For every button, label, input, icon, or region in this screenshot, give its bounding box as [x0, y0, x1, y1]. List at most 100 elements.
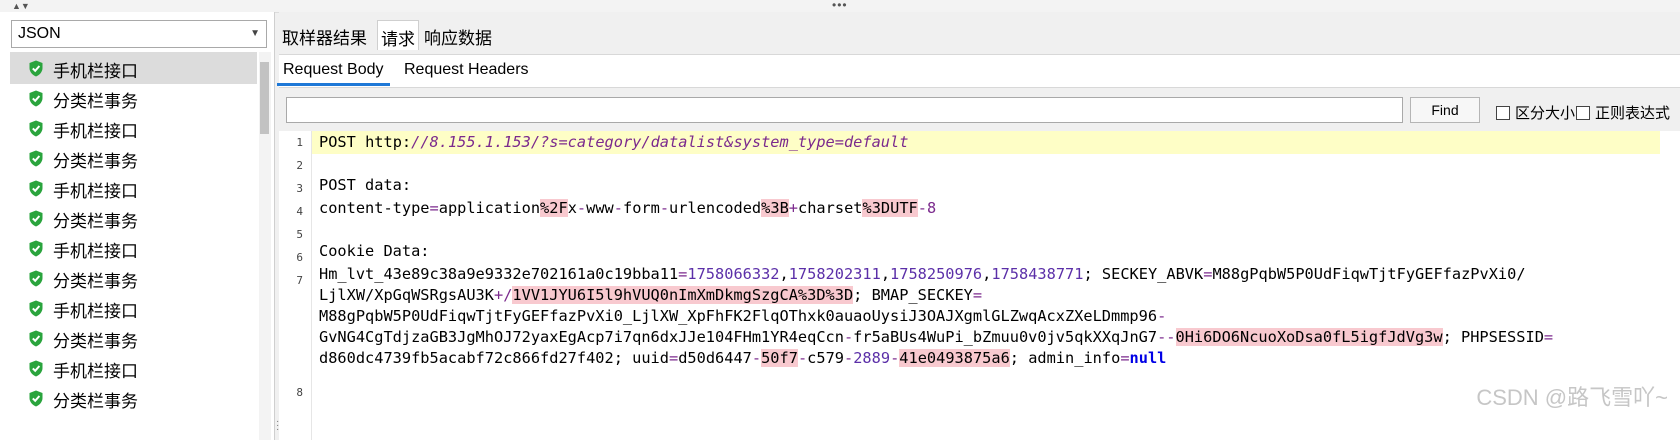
code-line-cookie-4: GvNG4CgTdjzaGB3JgMhOJ72yaxEgAcp7i7qn6dxJ… — [312, 326, 1660, 349]
tree-item[interactable]: 手机栏接口 — [10, 52, 257, 84]
token: = — [429, 199, 439, 217]
code-line-post-data-heading: POST data: — [319, 176, 412, 194]
checkbox-box[interactable] — [1496, 106, 1510, 120]
token: ; PHPSESSID — [1442, 328, 1544, 346]
token: = — [678, 265, 688, 283]
result-detail-pane: 取样器结果 请求 响应数据 Request Body Request Heade… — [277, 12, 1680, 440]
token: d860dc4739fb5acabf72c866fd27f402; uuid — [319, 349, 669, 367]
tree-item[interactable]: 手机栏接口 — [10, 292, 257, 324]
tree-item[interactable]: 分类栏事务 — [10, 382, 257, 414]
token: application — [438, 199, 541, 217]
token: + — [788, 199, 799, 217]
shield-check-icon — [29, 240, 43, 257]
token: = — [972, 286, 983, 304]
token: 1758066332 — [687, 265, 780, 283]
checkbox-box[interactable] — [1576, 106, 1590, 120]
tree-item[interactable]: 分类栏事务 — [10, 142, 257, 174]
token: LjlXW/XpGqWSRgsAU3K — [319, 286, 494, 304]
token: c579 — [807, 349, 844, 367]
shield-check-icon — [29, 300, 43, 317]
tab-request-body[interactable]: Request Body — [277, 55, 390, 86]
tree-item-label: 手机栏接口 — [53, 62, 138, 81]
token: %3D%3D — [797, 286, 854, 304]
code-line-content-type: content-type=application%2Fx-www-form-ur… — [312, 197, 1660, 220]
line-number: 2 — [296, 159, 303, 172]
find-input[interactable] — [286, 97, 1403, 123]
token: %3DUTF — [862, 199, 918, 217]
tab-response-data[interactable]: 响应数据 — [421, 20, 495, 50]
tree-item[interactable]: 分类栏事务 — [10, 82, 257, 114]
tab-request-headers[interactable]: Request Headers — [398, 55, 535, 86]
tree-item[interactable]: 手机栏接口 — [10, 352, 257, 384]
find-button[interactable]: Find — [1410, 97, 1480, 123]
token: - — [576, 199, 587, 217]
token: GvNG4CgTdjzaGB3JgMhOJ72yaxEgAcp7i7qn6dxJ… — [319, 328, 844, 346]
token: - — [613, 199, 623, 217]
tree-item[interactable]: 手机栏接口 — [10, 172, 257, 204]
regex-checkbox[interactable]: 正则表达式 — [1576, 102, 1671, 122]
token: ; BMAP_SECKEY — [853, 286, 973, 304]
shield-check-icon — [29, 270, 43, 287]
tree-item-label: 分类栏事务 — [53, 212, 138, 231]
token: - — [890, 349, 900, 367]
token: null — [1129, 349, 1167, 367]
request-url: //8.155.1.153/?s=category/datalist&syste… — [411, 133, 909, 151]
chevron-down-icon[interactable]: ▼ — [250, 28, 260, 39]
tree-item[interactable]: 分类栏事务 — [10, 322, 257, 354]
tree-item-label: 分类栏事务 — [53, 92, 138, 111]
token: www — [586, 199, 614, 217]
token: , — [982, 265, 992, 283]
tree-item[interactable]: 分类栏事务 — [10, 262, 257, 294]
token: fr5aBUs4WuPi_bZmuu0v0jv5qkXXqJnG7 — [853, 328, 1158, 346]
tab-request[interactable]: 请求 — [377, 20, 419, 50]
token: 2889 — [853, 349, 891, 367]
token: - — [844, 349, 854, 367]
code-area[interactable]: POST http://8.155.1.153/?s=category/data… — [312, 131, 1660, 440]
tree-item-label: 分类栏事务 — [53, 392, 138, 411]
shield-check-icon — [29, 120, 43, 137]
token: 1758202311 — [788, 265, 881, 283]
shield-check-icon — [29, 150, 43, 167]
splitter-grip-icon[interactable]: ••• — [832, 0, 848, 11]
line-number: 8 — [296, 386, 303, 399]
line-number: 1 — [296, 136, 303, 149]
shield-check-icon — [29, 390, 43, 407]
code-line-request-url: POST http://8.155.1.153/?s=category/data… — [312, 131, 1660, 154]
tab-sampler-result[interactable]: 取样器结果 — [279, 20, 370, 50]
token: d50d6447 — [678, 349, 752, 367]
scrollbar-thumb[interactable] — [260, 62, 269, 134]
token: - — [843, 328, 854, 346]
token: content-type — [319, 199, 430, 217]
tree-item[interactable]: 分类栏事务 — [10, 202, 257, 234]
token: x — [567, 199, 577, 217]
token: 0Hi6DO6NcuoXoDsa0fL5igfJdVg3w — [1175, 328, 1443, 346]
tree-item-label: 分类栏事务 — [53, 332, 138, 351]
collapse-arrows-icon[interactable]: ▲▼ — [12, 0, 30, 12]
find-bar: Find 区分大小写 正则表达式 — [279, 88, 1680, 128]
shield-check-icon — [29, 90, 43, 107]
token: , — [779, 265, 789, 283]
token: M88gPqbW5P0UdFiqwTjtFyGEFfazPvXi0/ — [1212, 265, 1526, 283]
token: 1758438771 — [991, 265, 1084, 283]
tree-item-label: 手机栏接口 — [53, 362, 138, 381]
tree-item-label: 分类栏事务 — [53, 152, 138, 171]
format-select[interactable]: JSON ▼ — [11, 20, 267, 48]
request-body-editor[interactable]: 1 2 3 4 5 6 7 8 POST http://8.155.1.153/… — [279, 131, 1680, 440]
regex-label: 正则表达式 — [1595, 105, 1671, 122]
token: -- — [1157, 328, 1176, 346]
token: 1758250976 — [890, 265, 983, 283]
tree-item[interactable]: 手机栏接口 — [10, 112, 257, 144]
token: Hm_lvt_43e89c38a9e9332e702161a0c19bba11 — [319, 265, 679, 283]
shield-check-icon — [29, 60, 43, 77]
tree-item[interactable]: 手机栏接口 — [10, 232, 257, 264]
token: %2F — [540, 199, 568, 217]
token: 41e0493875a6 — [899, 349, 1010, 367]
tree-item-label: 手机栏接口 — [53, 122, 138, 141]
token: - — [797, 349, 808, 367]
line-number: 3 — [296, 182, 303, 195]
token: urlencoded — [669, 199, 762, 217]
token: -8 — [917, 199, 937, 217]
tree-scrollbar[interactable] — [259, 52, 271, 440]
sampler-tree: 手机栏接口 分类栏事务 手机栏接口 分类栏事务 手机栏接口 分类栏事务 手机栏接… — [0, 52, 258, 440]
shield-check-icon — [29, 360, 43, 377]
